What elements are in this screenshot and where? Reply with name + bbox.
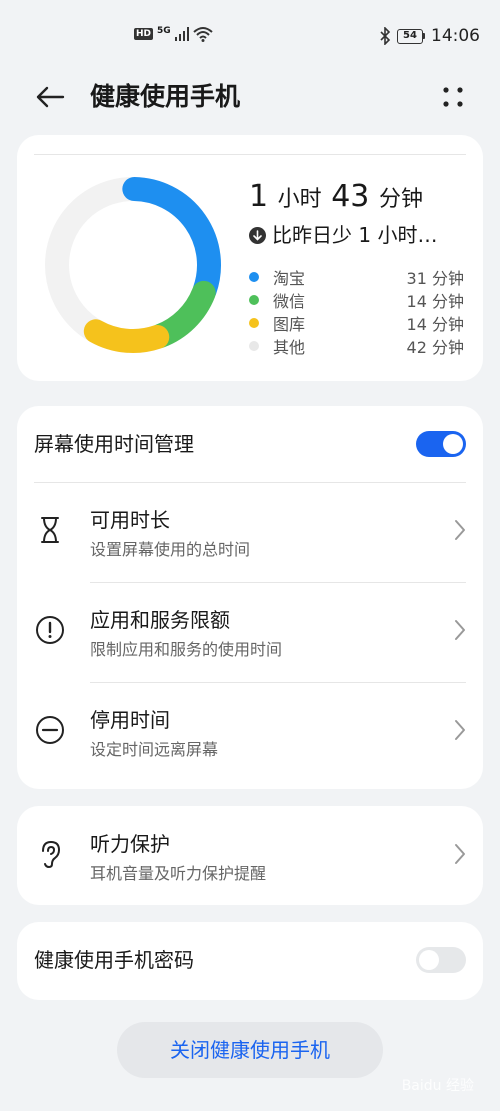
item-title: 应用和服务限额 bbox=[90, 608, 230, 632]
screen-time-toggle-row[interactable]: 屏幕使用时间管理 bbox=[17, 406, 483, 482]
total-usage-time: 1 小时 43 分钟 bbox=[249, 175, 423, 222]
item-title: 听力保护 bbox=[90, 832, 170, 856]
item-title: 停用时间 bbox=[90, 708, 170, 732]
status-left: HD 5G bbox=[134, 26, 213, 42]
legend-name: 其他 bbox=[273, 337, 306, 357]
alert-circle-icon bbox=[36, 616, 64, 644]
close-healthy-usage-button[interactable]: 关闭健康使用手机 bbox=[117, 1022, 383, 1078]
legend-name: 微信 bbox=[273, 291, 306, 311]
wifi-icon bbox=[193, 27, 213, 42]
hearing-protection-card[interactable]: 听力保护 耳机音量及听力保护提醒 bbox=[17, 806, 483, 905]
network-label: 5G bbox=[157, 26, 171, 36]
usage-legend: 淘宝 31 分钟 微信 14 分钟 图库 14 分钟 其他 42 分钟 bbox=[249, 265, 464, 357]
minutes-unit: 分钟 bbox=[378, 187, 423, 212]
status-right: 54 14:06 bbox=[379, 26, 480, 46]
legend-dot bbox=[249, 340, 259, 351]
list-item-hearing-protection[interactable]: 听力保护 耳机音量及听力保护提醒 bbox=[17, 806, 483, 906]
total-hours: 1 bbox=[249, 179, 269, 214]
compare-yesterday: 比昨日少 1 小时… bbox=[249, 221, 437, 249]
chevron-right-icon bbox=[455, 620, 465, 640]
divider bbox=[34, 154, 466, 155]
legend-value: 14 分钟 bbox=[406, 291, 464, 311]
signal-icon bbox=[174, 27, 189, 41]
password-switch[interactable] bbox=[416, 947, 466, 973]
list-item-available-time[interactable]: 可用时长 设置屏幕使用的总时间 bbox=[17, 482, 483, 582]
total-minutes: 43 bbox=[331, 179, 370, 214]
legend-name: 图库 bbox=[273, 314, 306, 334]
legend-item: 图库 14 分钟 bbox=[249, 311, 464, 334]
list-item-downtime[interactable]: 停用时间 设定时间远离屏幕 bbox=[17, 682, 483, 782]
hours-unit: 小时 bbox=[277, 187, 322, 212]
more-options-button[interactable] bbox=[438, 82, 468, 112]
arrow-left-icon bbox=[36, 86, 65, 108]
chevron-right-icon bbox=[455, 720, 465, 740]
back-button[interactable] bbox=[32, 80, 68, 114]
hd-badge: HD bbox=[134, 28, 154, 40]
minus-circle-icon bbox=[36, 716, 64, 744]
screen-time-card: 屏幕使用时间管理 可用时长 设置屏幕使用的总时间 应用和服务限额 限制应用和服务… bbox=[17, 406, 483, 789]
arrow-down-circle-icon bbox=[249, 226, 266, 244]
donut-segment-2 bbox=[83, 319, 170, 353]
usage-donut-chart bbox=[45, 177, 221, 353]
battery-level: 54 bbox=[397, 28, 423, 44]
more-dots-icon bbox=[443, 87, 463, 107]
app-header: 健康使用手机 bbox=[0, 74, 500, 120]
legend-dot bbox=[249, 271, 259, 282]
status-bar: HD 5G 54 14:06 bbox=[0, 0, 500, 74]
chevron-right-icon bbox=[455, 844, 465, 864]
item-subtitle: 设定时间远离屏幕 bbox=[90, 740, 219, 759]
ear-icon bbox=[42, 840, 61, 869]
legend-item: 其他 42 分钟 bbox=[249, 334, 464, 357]
screen-time-switch[interactable] bbox=[416, 431, 466, 457]
chevron-right-icon bbox=[455, 520, 465, 540]
clock: 14:06 bbox=[431, 26, 480, 46]
legend-dot bbox=[249, 294, 259, 305]
password-card: 健康使用手机密码 bbox=[17, 922, 483, 1000]
item-subtitle: 设置屏幕使用的总时间 bbox=[90, 540, 251, 559]
item-subtitle: 耳机音量及听力保护提醒 bbox=[90, 864, 267, 883]
screen-time-label: 屏幕使用时间管理 bbox=[34, 432, 194, 456]
legend-item: 微信 14 分钟 bbox=[249, 288, 464, 311]
page-title: 健康使用手机 bbox=[90, 82, 241, 111]
password-label: 健康使用手机密码 bbox=[34, 948, 194, 972]
bluetooth-icon bbox=[380, 27, 391, 45]
watermark: Baidu 经验 bbox=[401, 1078, 474, 1094]
hourglass-icon bbox=[41, 517, 59, 543]
legend-item: 淘宝 31 分钟 bbox=[249, 265, 464, 288]
list-item-app-limits[interactable]: 应用和服务限额 限制应用和服务的使用时间 bbox=[17, 582, 483, 682]
donut-segment-0 bbox=[122, 177, 221, 303]
usage-summary-card[interactable]: 1 小时 43 分钟 比昨日少 1 小时… 淘宝 31 分钟 微信 14 分钟 图库 14… bbox=[17, 135, 483, 381]
item-subtitle: 限制应用和服务的使用时间 bbox=[90, 640, 283, 659]
legend-value: 42 分钟 bbox=[406, 337, 464, 357]
item-title: 可用时长 bbox=[90, 508, 170, 532]
password-toggle-row[interactable]: 健康使用手机密码 bbox=[17, 922, 483, 998]
legend-value: 31 分钟 bbox=[406, 268, 464, 288]
legend-dot bbox=[249, 317, 259, 328]
battery-icon: 54 bbox=[397, 28, 425, 44]
compare-text: 比昨日少 1 小时… bbox=[272, 223, 438, 247]
legend-name: 淘宝 bbox=[273, 268, 306, 288]
legend-value: 14 分钟 bbox=[406, 314, 464, 334]
